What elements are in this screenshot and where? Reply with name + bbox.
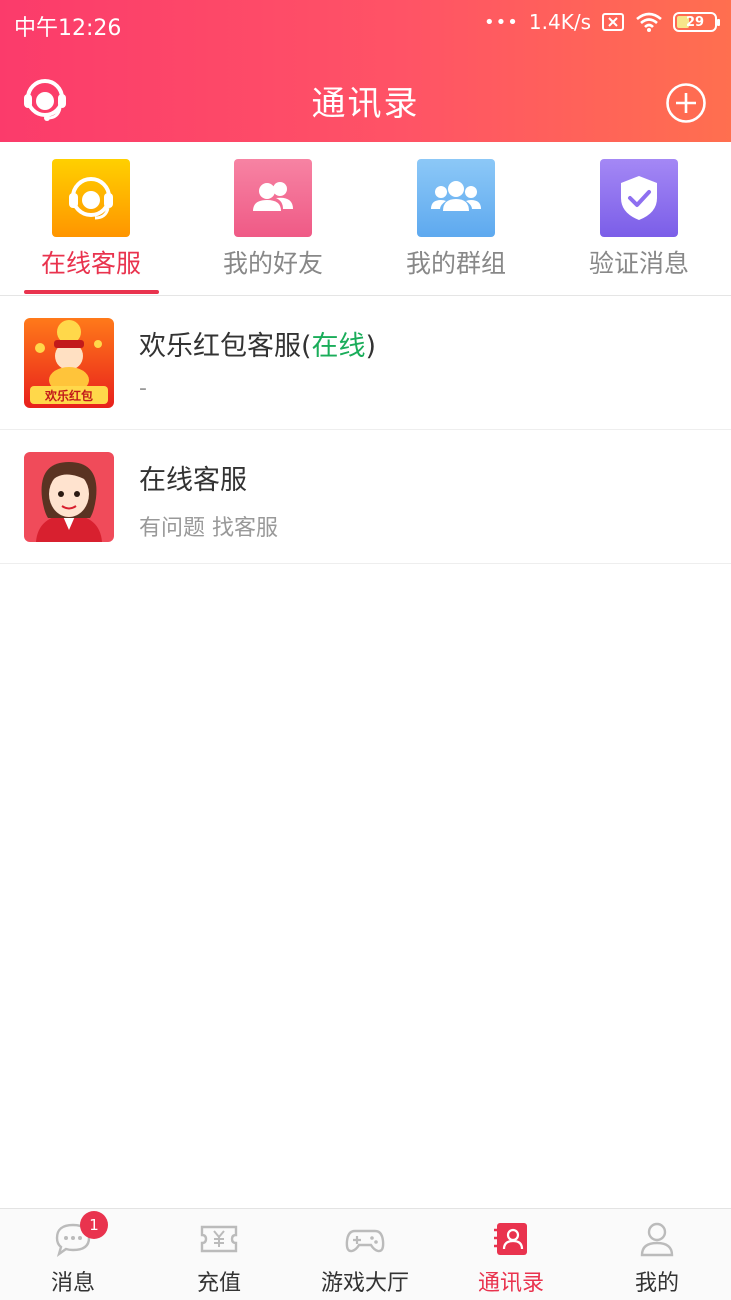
contact-list: 欢乐红包 欢乐红包客服(在线) - 在线客服 有问题 找客服: [0, 296, 731, 564]
add-circle-icon[interactable]: [665, 82, 707, 124]
nav-label: 充值: [196, 1271, 241, 1296]
contact-name: 在线客服: [139, 465, 247, 496]
tab-label: 在线客服: [40, 249, 141, 278]
online-status: 在线: [311, 331, 366, 362]
bottom-navigation: 1 消息 充值 游戏大厅 通讯录 我的: [0, 1208, 731, 1300]
nav-game-hall[interactable]: 游戏大厅: [292, 1209, 438, 1300]
contact-category-tabs: 在线客服 我的好友 我的群组 验证消息: [0, 142, 731, 296]
nav-recharge[interactable]: 充值: [146, 1209, 292, 1300]
recharge-ticket-icon: [200, 1225, 238, 1253]
wifi-icon: [636, 12, 662, 32]
nav-messages[interactable]: 1 消息: [0, 1209, 146, 1300]
status-indicators: ••• 1.4K/s 29: [484, 10, 720, 34]
headset-icon: [52, 159, 130, 237]
nav-label: 通讯录: [477, 1271, 544, 1296]
tab-online-service[interactable]: 在线客服: [0, 142, 182, 296]
unread-badge: 1: [80, 1211, 108, 1239]
signal-dots: •••: [484, 11, 519, 33]
contact-subtitle: -: [139, 376, 147, 401]
avatar-brand-text: 欢乐红包: [44, 388, 93, 403]
status-paren-open: (: [301, 331, 312, 362]
tab-label: 验证消息: [588, 249, 689, 278]
tab-my-friends[interactable]: 我的好友: [182, 142, 364, 296]
tab-verification-messages[interactable]: 验证消息: [548, 142, 730, 296]
active-tab-indicator: [24, 290, 159, 294]
nav-label: 消息: [50, 1271, 95, 1296]
contact-name-text: 欢乐红包客服: [139, 331, 301, 362]
contacts-icon: [494, 1223, 527, 1255]
tab-my-groups[interactable]: 我的群组: [365, 142, 547, 296]
group-icon: [417, 159, 495, 237]
sim-error-icon: [602, 13, 624, 31]
profile-icon: [640, 1222, 674, 1257]
shield-check-icon: [600, 159, 678, 237]
network-speed: 1.4K/s: [528, 10, 591, 34]
title-bar: 通讯录: [0, 60, 731, 142]
list-item[interactable]: 在线客服 有问题 找客服: [0, 430, 731, 564]
status-paren-close: ): [365, 331, 377, 362]
nav-profile[interactable]: 我的: [584, 1209, 730, 1300]
tab-label: 我的群组: [405, 249, 506, 278]
nav-contacts[interactable]: 通讯录: [438, 1209, 584, 1300]
list-item[interactable]: 欢乐红包 欢乐红包客服(在线) -: [0, 296, 731, 430]
status-time: 中午12:26: [14, 16, 122, 41]
contact-name: 欢乐红包客服(在线): [139, 324, 376, 363]
avatar: 欢乐红包: [24, 318, 114, 408]
gamepad-icon: [345, 1229, 385, 1253]
tab-label: 我的好友: [222, 249, 323, 278]
avatar: [24, 452, 114, 542]
nav-label: 游戏大厅: [320, 1271, 409, 1296]
nav-label: 我的: [634, 1271, 679, 1296]
battery-icon: 29: [673, 12, 720, 32]
app-header: 中午12:26 ••• 1.4K/s 29 通讯录: [0, 0, 731, 142]
battery-level: 29: [685, 14, 705, 30]
status-bar: 中午12:26 ••• 1.4K/s 29: [0, 0, 731, 50]
friends-icon: [234, 159, 312, 237]
page-title: 通讯录: [311, 84, 420, 124]
contact-subtitle: 有问题 找客服: [139, 516, 278, 541]
